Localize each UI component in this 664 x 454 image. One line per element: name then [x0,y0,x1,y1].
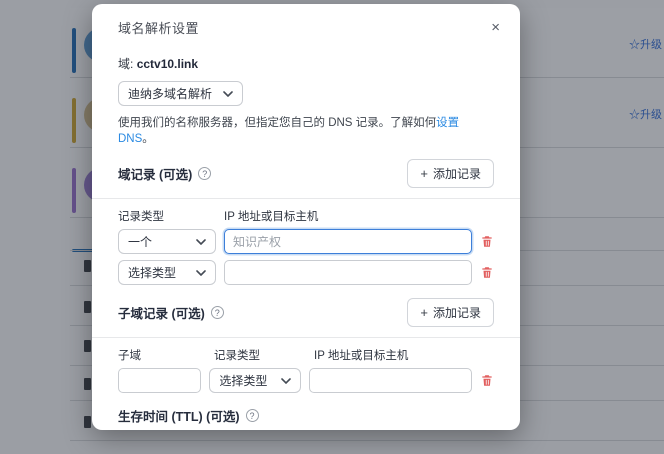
domain-record-row: 选择类型 [92,260,520,285]
divider [92,198,520,199]
delete-record-icon[interactable] [480,373,494,388]
domain-records-heading: 域记录 (可选) [118,164,192,183]
add-domain-record-button[interactable]: + 添加记录 [407,159,494,188]
col-label-subdomain: 子域 [118,347,214,363]
resolver-select[interactable]: 迪纳多域名解析 [118,81,243,106]
col-label-record-type: 记录类型 [118,208,224,224]
col-label-ip-host: IP 地址或目标主机 [224,208,318,224]
col-label-ip-host: IP 地址或目标主机 [314,347,408,363]
dialog-title: 域名解析设置 [118,18,199,37]
add-subdomain-record-button[interactable]: + 添加记录 [407,298,494,327]
record-type-select[interactable]: 一个 [118,229,216,254]
domain-label: 域: [118,57,133,71]
help-icon[interactable]: ? [211,306,224,319]
delete-record-icon[interactable] [480,265,494,280]
chevron-down-icon [196,239,206,245]
divider [92,337,520,338]
ttl-heading: 生存时间 (TTL) (可选) [118,406,240,425]
ip-host-input[interactable] [309,368,472,393]
domain-line: 域: cctv10.link [92,55,520,72]
domain-value: cctv10.link [137,57,198,71]
col-label-record-type: 记录类型 [214,347,314,363]
close-icon[interactable]: × [487,18,504,37]
domain-resolution-settings-dialog: 域名解析设置 × 域: cctv10.link 迪纳多域名解析 使用我们的名称服… [92,4,520,430]
plus-icon: + [420,305,428,320]
ip-host-input[interactable] [224,229,472,254]
chevron-down-icon [223,91,233,97]
chevron-down-icon [281,378,291,384]
subdomain-records-heading: 子域记录 (可选) [118,303,205,322]
chevron-down-icon [196,270,206,276]
record-type-select[interactable]: 选择类型 [209,368,301,393]
ip-host-input[interactable] [224,260,472,285]
help-icon[interactable]: ? [198,167,211,180]
help-icon[interactable]: ? [246,409,259,422]
subdomain-input[interactable] [118,368,201,393]
nameserver-description: 使用我们的名称服务器，但指定您自己的 DNS 记录。了解如何设置 DNS。 [92,114,520,146]
delete-record-icon[interactable] [480,234,494,249]
plus-icon: + [420,166,428,181]
subdomain-record-row: 选择类型 [92,368,520,393]
record-type-select[interactable]: 选择类型 [118,260,216,285]
domain-record-row: 一个 [92,229,520,254]
